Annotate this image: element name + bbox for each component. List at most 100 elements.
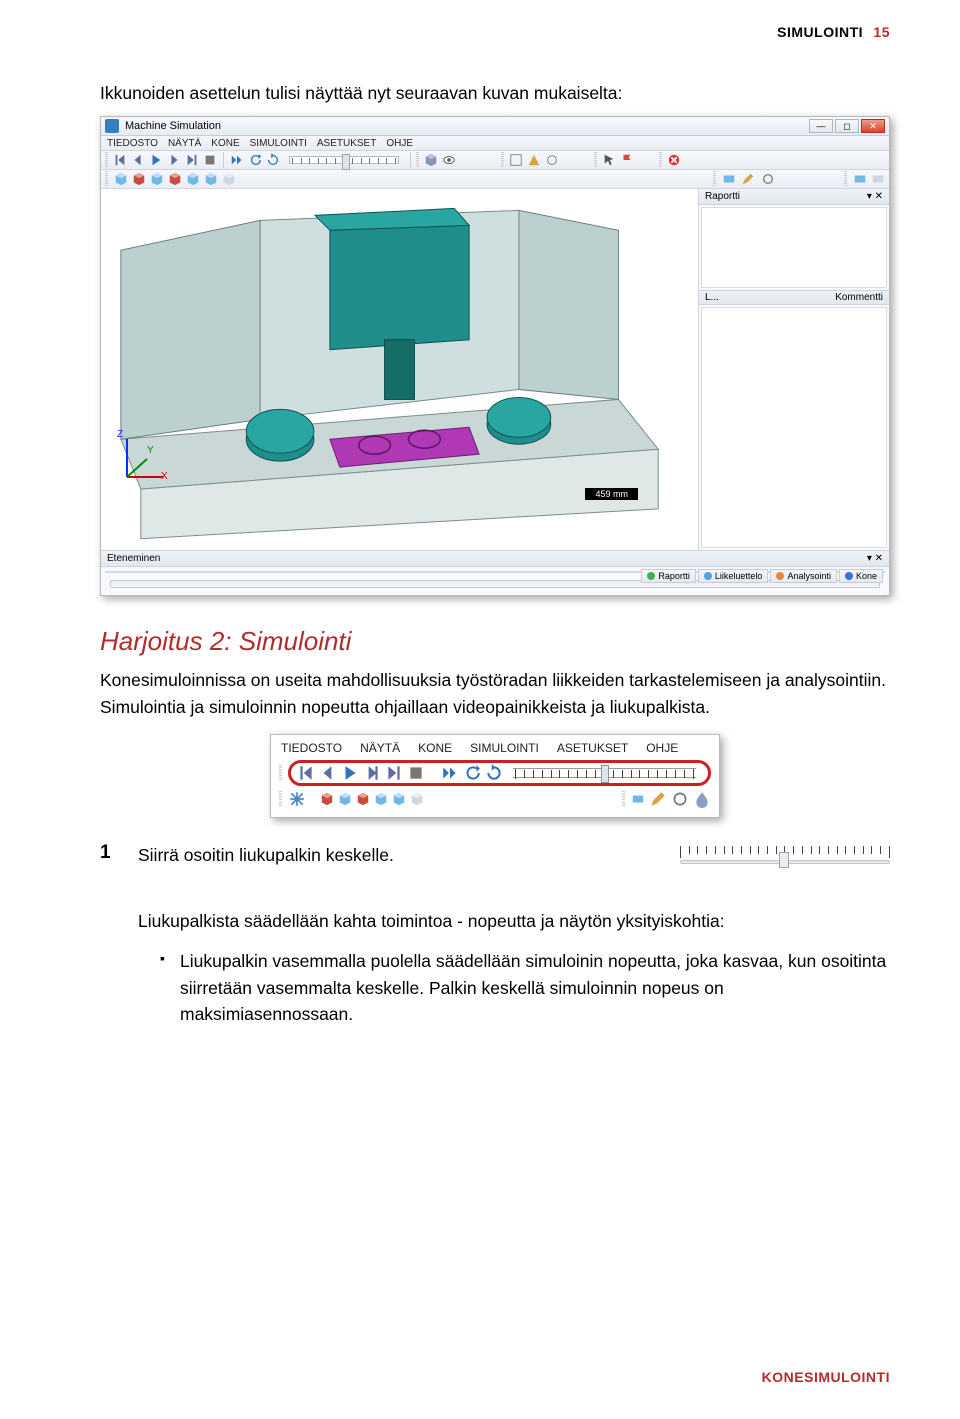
skip-end-icon[interactable] [385,764,403,782]
loop-icon[interactable] [485,764,503,782]
menu-simulointi[interactable]: SIMULOINTI [250,138,307,149]
view-cube-red-icon[interactable] [356,792,370,806]
view-cube-red-icon[interactable] [168,172,182,186]
skip-end-icon[interactable] [184,152,200,168]
sub-lead: Liukupalkista säädellään kahta toimintoa… [138,908,890,934]
bullet-list: Liukupalkin vasemmalla puolella säädellä… [160,948,890,1027]
td-menubar: TIEDOSTO NÄYTÄ KONE SIMULOINTI ASETUKSET… [271,739,719,759]
maximize-button[interactable]: ◻ [835,119,859,133]
view-iso-icon[interactable] [508,152,524,168]
bullet-item: Liukupalkin vasemmalla puolella säädellä… [160,948,890,1027]
layer-blue-icon[interactable] [631,792,645,806]
view-cube-red-icon[interactable] [132,172,146,186]
axis-triad: Z Y X [117,431,173,490]
layer-blue-icon[interactable] [722,172,736,186]
drop-icon[interactable] [693,790,711,808]
cube-shaded-icon[interactable] [423,152,439,168]
menu-ohje[interactable]: OHJE [386,138,413,149]
view-cube-red-icon[interactable] [320,792,334,806]
grip-icon [713,171,716,187]
view-cube-icon[interactable] [374,792,388,806]
select-arrow-icon[interactable] [601,152,617,168]
view-cube-icon[interactable] [150,172,164,186]
grip-icon [659,152,662,168]
grip-icon [622,791,625,807]
report-list [701,307,887,548]
tab-kone[interactable]: Kone [839,569,883,583]
td-menu-kone[interactable]: KONE [418,741,452,755]
step-slider-illustration [680,844,890,868]
loop-back-icon[interactable] [247,152,263,168]
speed-slider-detail[interactable] [513,768,696,778]
menu-nayta[interactable]: NÄYTÄ [168,138,201,149]
view-fit-icon[interactable] [544,152,560,168]
playback-toolbar [101,151,889,170]
td-menu-asetukset[interactable]: ASETUKSET [557,741,628,755]
window-title: Machine Simulation [125,120,221,132]
step-fwd-icon[interactable] [166,152,182,168]
skip-start-icon[interactable] [112,152,128,168]
tab-liikeluettelo[interactable]: Liikeluettelo [698,569,769,583]
td-menu-ohje[interactable]: OHJE [646,741,678,755]
play-icon[interactable] [148,152,164,168]
pencil-icon[interactable] [740,171,756,187]
td-menu-tiedosto[interactable]: TIEDOSTO [281,741,342,755]
step-fwd-icon[interactable] [363,764,381,782]
tab-analysointi[interactable]: Analysointi [770,569,837,583]
pin-icon[interactable]: ▾ ✕ [867,191,883,202]
eye-icon[interactable] [441,152,457,168]
loop-icon[interactable] [265,152,281,168]
grip-icon [279,765,282,781]
step-back-icon[interactable] [130,152,146,168]
grip-icon [844,171,847,187]
tab-raportti[interactable]: Raportti [641,569,696,583]
fast-fwd-icon[interactable] [441,764,459,782]
exercise-para: Konesimuloinnissa on useita mahdollisuuk… [100,667,890,720]
report-panel: Raportti ▾ ✕ L... Kommentti [699,189,889,550]
td-menu-nayta[interactable]: NÄYTÄ [360,741,400,755]
loop-back-icon[interactable] [463,764,481,782]
circle-icon[interactable] [760,171,776,187]
view-cube-ghost-icon[interactable] [410,792,424,806]
view-cube-icon[interactable] [186,172,200,186]
view-persp-icon[interactable] [526,152,542,168]
td-menu-simulointi[interactable]: SIMULOINTI [470,741,539,755]
minimize-button[interactable]: — [809,119,833,133]
close-button[interactable]: ✕ [861,119,885,133]
flag-icon[interactable] [619,152,635,168]
menu-asetukset[interactable]: ASETUKSET [317,138,376,149]
menu-kone[interactable]: KONE [211,138,239,149]
axis-z: Z [117,429,123,440]
stop-icon[interactable] [202,152,218,168]
layer-ghost-icon[interactable] [871,172,885,186]
menu-tiedosto[interactable]: TIEDOSTO [107,138,158,149]
view-cube-icon[interactable] [114,172,128,186]
view-cube-icon[interactable] [392,792,406,806]
view-cube-ghost-icon[interactable] [222,172,236,186]
report-panel-title: Raportti [705,191,740,202]
step-back-icon[interactable] [319,764,337,782]
cancel-icon[interactable] [666,152,682,168]
skip-start-icon[interactable] [297,764,315,782]
col-l: L... [705,292,719,303]
play-icon[interactable] [341,764,359,782]
progress-panel: Eteneminen ▾ ✕ Raportti Liikeluettelo An… [101,550,889,596]
grip-icon [279,791,282,807]
fast-fwd-icon[interactable] [229,152,245,168]
grip-icon [594,152,597,168]
3d-viewport[interactable]: Z Y X 459 mm [101,189,699,550]
layer-icon[interactable] [853,172,867,186]
speed-slider[interactable] [289,156,399,164]
stop-icon[interactable] [407,764,425,782]
axis-x: X [161,471,168,482]
circle-icon[interactable] [671,790,689,808]
view-cube-icon[interactable] [338,792,352,806]
pencil-icon[interactable] [649,790,667,808]
menubar: TIEDOSTO NÄYTÄ KONE SIMULOINTI ASETUKSET… [101,136,889,151]
section-name: SIMULOINTI [777,24,863,40]
td-view-row [271,787,719,811]
view-cube-icon[interactable] [204,172,218,186]
exercise-title: Harjoitus 2: Simulointi [100,626,890,657]
pin-icon[interactable]: ▾ ✕ [867,553,883,564]
expand-icon[interactable] [288,790,306,808]
